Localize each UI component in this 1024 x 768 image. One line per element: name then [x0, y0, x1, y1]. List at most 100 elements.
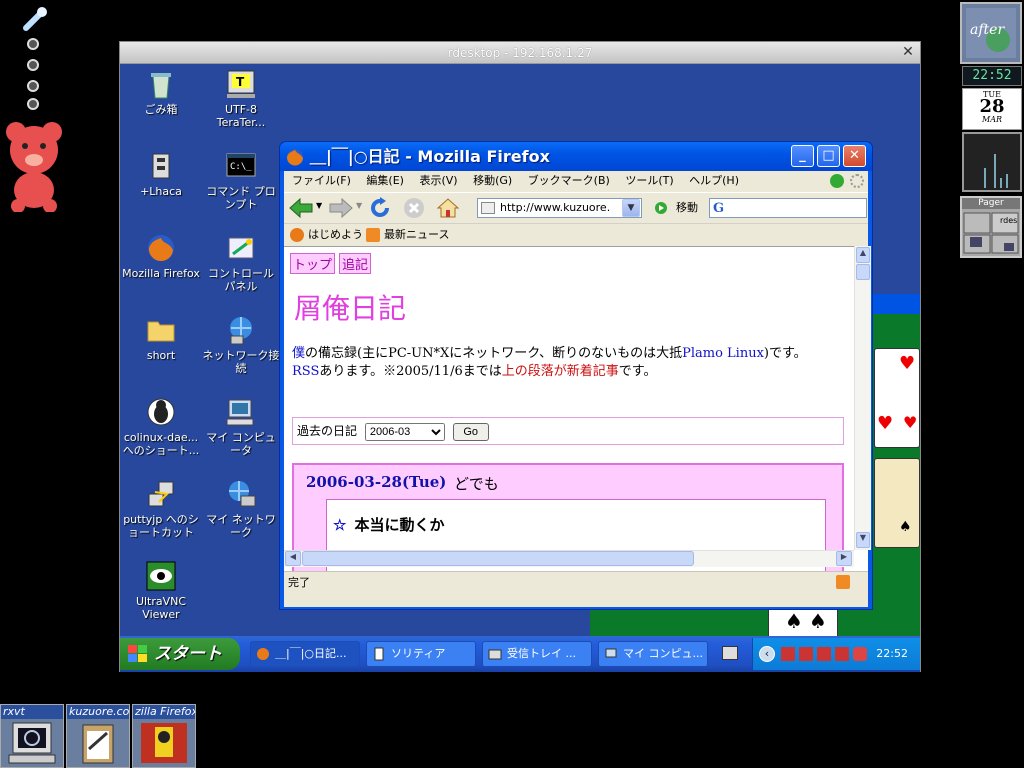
menu-edit[interactable]: 編集(E): [366, 174, 404, 187]
page-favicon-icon: [481, 202, 495, 214]
network-tray-icon[interactable]: [835, 647, 849, 661]
desktop-icon-firefox[interactable]: Mozilla Firefox: [122, 230, 200, 302]
url-input[interactable]: http://www.kuzuore.: [477, 198, 642, 218]
desktop-icon-puttyjp[interactable]: puttyjp へのショートカット: [122, 476, 200, 548]
stop-icon[interactable]: [402, 196, 426, 220]
pager[interactable]: Pager rdes: [960, 196, 1022, 258]
vertical-scroll-thumb[interactable]: [856, 264, 870, 280]
desktop-icon-recycle-bin[interactable]: ごみ箱: [122, 66, 200, 138]
launcher-dot[interactable]: [27, 38, 39, 50]
chevron-left-icon[interactable]: ‹: [759, 646, 775, 662]
scroll-up-button[interactable]: ▲: [856, 247, 870, 263]
pager-desk-label: rdes: [1000, 216, 1018, 225]
desktop-icon-ultravnc[interactable]: UltraVNC Viewer: [122, 558, 200, 630]
close-icon[interactable]: ✕: [900, 45, 916, 60]
desktop-icon-short-folder[interactable]: short: [122, 312, 200, 384]
task-solitaire[interactable]: ソリティア: [366, 641, 476, 667]
command-prompt-icon: C:\_: [225, 150, 257, 182]
update-icon[interactable]: [830, 174, 844, 188]
task-my-computer[interactable]: マイ コンピュ...: [598, 641, 708, 667]
desktop-icon-command-prompt[interactable]: C:\_ コマンド プロンプト: [202, 148, 280, 220]
horizontal-scroll-thumb[interactable]: [302, 551, 694, 566]
back-arrow-icon[interactable]: [288, 197, 314, 219]
chevron-down-icon[interactable]: ▼: [316, 201, 322, 210]
go-arrow-icon[interactable]: [654, 201, 668, 215]
menu-tools[interactable]: ツール(T): [625, 174, 673, 187]
task-firefox[interactable]: ＿|￣|○日記...: [250, 641, 360, 667]
bookmark-getting-started[interactable]: はじめよう: [308, 224, 363, 246]
plamo-linux-link[interactable]: Plamo Linux: [682, 346, 764, 361]
menu-go[interactable]: 移動(G): [473, 174, 512, 187]
system-tray: ‹ 22:52: [752, 638, 920, 670]
rdesktop-window[interactable]: rdesktop - 192.168.1.27 ✕ ♥ ♥ ♥ ♠ ♠ ♠ ごみ…: [119, 41, 921, 672]
rss-link[interactable]: RSS: [292, 364, 319, 379]
panel-calendar[interactable]: TUE 28 MAR: [962, 88, 1022, 130]
bookmark-latest-news[interactable]: 最新ニュース: [384, 224, 449, 246]
launcher-dot[interactable]: [27, 80, 39, 92]
menu-help[interactable]: ヘルプ(H): [689, 174, 739, 187]
horizontal-scrollbar[interactable]: ◀ ▶: [284, 550, 854, 567]
scroll-right-button[interactable]: ▶: [836, 551, 852, 566]
start-button[interactable]: スタート: [120, 638, 240, 670]
desktop-icon-network-connections[interactable]: ネットワーク接続: [202, 312, 280, 384]
wand-icon[interactable]: [22, 6, 50, 32]
network-tray-icon[interactable]: [799, 647, 813, 661]
shield-icon[interactable]: [853, 647, 867, 661]
vertical-scrollbar[interactable]: ▲ ▼: [854, 246, 871, 550]
rss-feed-icon[interactable]: [836, 575, 850, 589]
firefox-icon: [290, 228, 304, 242]
go-button[interactable]: 移動: [676, 198, 698, 218]
heart-suit-icon: ♥: [903, 413, 918, 432]
author-link[interactable]: 僕: [292, 346, 305, 361]
maximize-button[interactable]: □: [817, 145, 840, 167]
reload-icon[interactable]: [368, 196, 392, 220]
network-tray-icon[interactable]: [781, 647, 795, 661]
new-entries-link[interactable]: 上の段落が新着記事: [502, 364, 619, 379]
minimize-button[interactable]: _: [791, 145, 814, 167]
scroll-left-button[interactable]: ◀: [285, 551, 301, 566]
afterstep-logo-icon[interactable]: after: [960, 2, 1022, 64]
network-tray-icon[interactable]: [817, 647, 831, 661]
menu-bookmarks[interactable]: ブックマーク(B): [528, 174, 610, 187]
desktop-icon-my-network[interactable]: マイ ネットワーク: [202, 476, 280, 548]
menu-file[interactable]: ファイル(F): [292, 174, 351, 187]
firefox-window[interactable]: ＿|￣|○日記 - Mozilla Firefox _ □ ✕ ファイル(F) …: [279, 141, 873, 610]
status-text: 完了: [288, 576, 310, 589]
desktop-icon-control-panel[interactable]: コントロール パネル: [202, 230, 280, 302]
archive-go-button[interactable]: Go: [452, 422, 489, 441]
google-search-icon[interactable]: G: [713, 201, 724, 216]
icon-label: マイ ネットワーク: [206, 513, 276, 539]
entry-date-link[interactable]: 2006-03-28(Tue): [306, 473, 446, 491]
card-heart[interactable]: ♥ ♥ ♥: [874, 348, 920, 448]
windows-logo-icon: [128, 645, 147, 662]
archive-month-select[interactable]: 2006-03: [364, 422, 445, 441]
firefox-titlebar[interactable]: ＿|￣|○日記 - Mozilla Firefox: [280, 142, 872, 171]
rdesktop-titlebar[interactable]: rdesktop - 192.168.1.27 ✕: [120, 42, 920, 64]
url-dropdown-button[interactable]: ▼: [622, 199, 640, 217]
launcher-dot[interactable]: [27, 59, 39, 71]
nav-postscript-link[interactable]: 追記: [339, 253, 372, 274]
desktop-icon-my-computer[interactable]: マイ コンピュータ: [202, 394, 280, 466]
keyboard-icon[interactable]: [722, 646, 738, 660]
icon-label: puttyjp へのショートカット: [123, 513, 199, 539]
forward-arrow-icon[interactable]: [328, 197, 354, 219]
card-king[interactable]: ♠: [874, 458, 920, 548]
nav-top-link[interactable]: トップ: [290, 253, 336, 274]
desktop-icon-lhaca[interactable]: +Lhaca: [122, 148, 200, 220]
desktop-icon-teraterm[interactable]: T UTF-8 TeraTer...: [202, 66, 280, 138]
icon-label: colinux-dae... へのショート...: [122, 431, 200, 457]
launcher-dot[interactable]: [27, 98, 39, 110]
chevron-down-icon[interactable]: ▼: [356, 201, 362, 210]
task-inbox[interactable]: 受信トレイ ...: [482, 641, 592, 667]
menu-view[interactable]: 表示(V): [419, 174, 457, 187]
iconbox-kuzuore[interactable]: kuzuore.com: [66, 704, 130, 768]
scroll-down-button[interactable]: ▼: [856, 532, 870, 548]
iconbox-rxvt[interactable]: rxvt: [0, 704, 64, 768]
desktop-icon-colinux[interactable]: colinux-dae... へのショート...: [122, 394, 200, 466]
iconbox-firefox[interactable]: zilla Firefox: [132, 704, 196, 768]
close-button[interactable]: ✕: [843, 145, 866, 167]
solitaire-icon: [374, 647, 384, 661]
svg-text:T: T: [236, 75, 245, 89]
home-icon[interactable]: [436, 196, 460, 220]
search-input[interactable]: G: [709, 198, 867, 218]
